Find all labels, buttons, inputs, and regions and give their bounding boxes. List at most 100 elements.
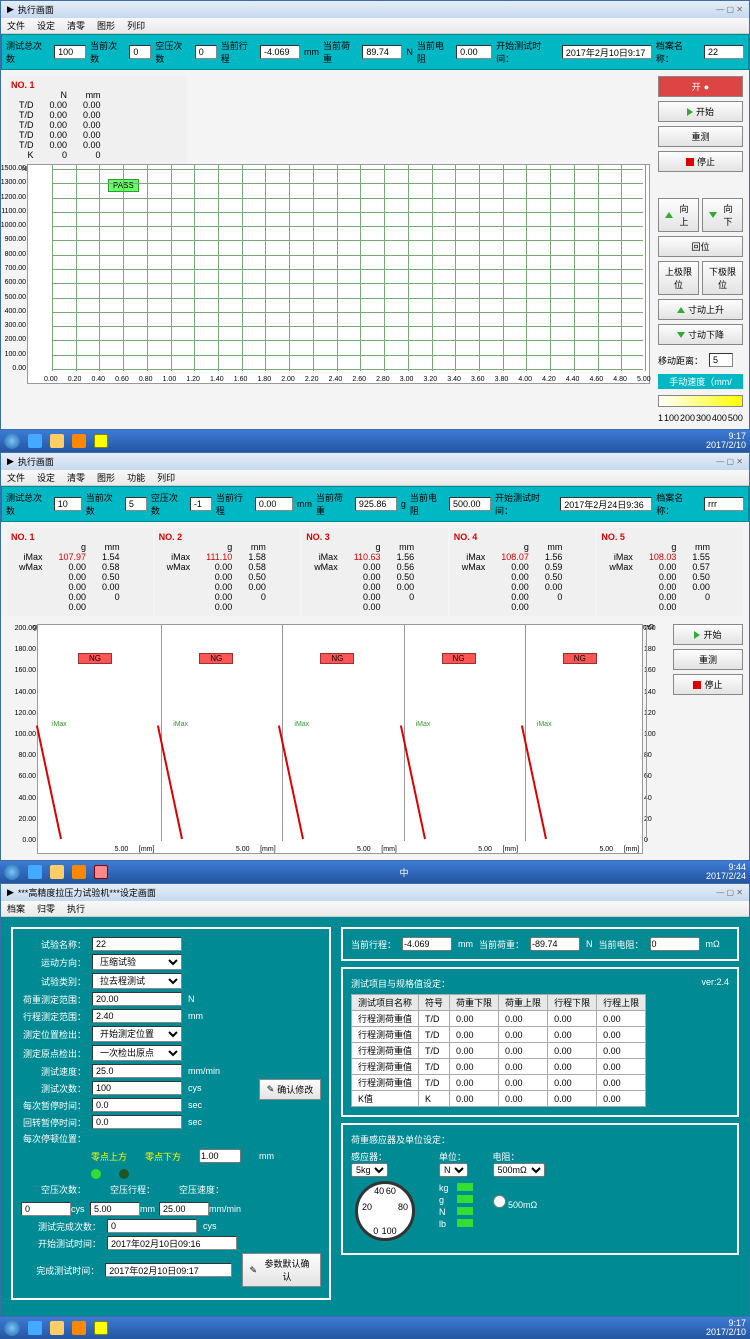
media-icon-2[interactable] <box>72 865 86 879</box>
clock-1[interactable]: 9:172017/2/10 <box>706 432 746 450</box>
w2-start[interactable] <box>560 497 652 511</box>
val-load[interactable] <box>362 45 402 59</box>
clock-2[interactable]: 9:442017/2/24 <box>706 863 746 881</box>
up-button[interactable]: 向上 <box>658 198 699 232</box>
stop-button[interactable]: 停止 <box>658 151 743 172</box>
pp-trv[interactable] <box>90 1202 140 1216</box>
window-controls[interactable]: — ▢ ✕ <box>716 5 743 14</box>
ime-2[interactable]: 中 <box>399 866 408 879</box>
rt-res[interactable] <box>650 937 700 951</box>
window-controls-3[interactable]: — ▢ ✕ <box>716 888 743 897</box>
rt-trv[interactable] <box>402 937 452 951</box>
w2-cur[interactable] <box>125 497 147 511</box>
movedist-input[interactable] <box>709 353 733 367</box>
sensor-select[interactable]: 5kg <box>351 1163 388 1177</box>
val-cur[interactable] <box>129 45 151 59</box>
res-radio[interactable] <box>493 1195 506 1208</box>
pp-cnt[interactable] <box>21 1202 71 1216</box>
confirm-button[interactable]: ✎ 确认修改 <box>259 1079 321 1100</box>
pp-spd[interactable] <box>159 1202 209 1216</box>
ie-icon-2[interactable] <box>28 865 42 879</box>
taskbar-1: 9:172017/2/10 <box>0 430 750 452</box>
w2-load[interactable] <box>355 497 397 511</box>
menu2-file[interactable]: 文件 <box>7 471 25 484</box>
ie-icon-3[interactable] <box>28 1321 42 1335</box>
done-cnt[interactable] <box>107 1219 197 1233</box>
explorer-icon-3[interactable] <box>50 1321 64 1335</box>
val-file[interactable] <box>704 45 744 59</box>
realtime-frame: 当前行程：mm 当前荷重：N 当前电阻：mΩ <box>341 927 739 961</box>
rt-load[interactable] <box>530 937 580 951</box>
jog-up-button[interactable]: 寸动上升 <box>658 299 743 320</box>
media-icon-3[interactable] <box>72 1321 86 1335</box>
start-button[interactable]: 开始 <box>658 101 743 122</box>
app-task-icon[interactable] <box>94 434 108 448</box>
version: ver:2.4 <box>701 977 729 994</box>
menu-print[interactable]: 列印 <box>127 19 145 32</box>
explorer-icon[interactable] <box>50 434 64 448</box>
val-trv[interactable] <box>260 45 300 59</box>
title-1: 执行画面 <box>18 3 54 16</box>
start-orb-3[interactable] <box>4 1320 20 1336</box>
lbl-total: 测试总次数 <box>6 39 50 65</box>
val-pp[interactable] <box>195 45 217 59</box>
menu3-1[interactable]: 归零 <box>37 902 55 915</box>
w2-trv[interactable] <box>255 497 293 511</box>
unit-select[interactable]: N <box>439 1163 468 1177</box>
start-time[interactable] <box>107 1236 237 1250</box>
home-button[interactable]: 回位 <box>658 236 743 257</box>
explorer-icon-2[interactable] <box>50 865 64 879</box>
w2-total[interactable] <box>54 497 82 511</box>
stop-icon-2 <box>693 681 701 689</box>
menu2-func[interactable]: 功能 <box>127 471 145 484</box>
menu-set[interactable]: 设定 <box>37 19 55 32</box>
lbl-trv: 当前行程 <box>221 39 256 65</box>
val-total[interactable] <box>54 45 86 59</box>
start-button-2[interactable]: 开始 <box>673 624 743 645</box>
menu2-print[interactable]: 列印 <box>157 471 175 484</box>
play-icon <box>687 108 693 116</box>
menu3-0[interactable]: 档案 <box>7 902 25 915</box>
start-orb[interactable] <box>4 433 20 449</box>
jog-dn-button[interactable]: 寸动下降 <box>658 324 743 345</box>
unit-led-lb <box>457 1219 473 1227</box>
lbl-start: 开始测试时间： <box>496 39 558 65</box>
res-select[interactable]: 500mΩ <box>493 1163 545 1177</box>
w2-pp[interactable] <box>190 497 212 511</box>
up-icon <box>665 212 673 218</box>
default-button[interactable]: ✎ 参数默认确认 <box>242 1253 321 1287</box>
end-time[interactable] <box>105 1263 232 1277</box>
menu-file[interactable]: 文件 <box>7 19 25 32</box>
zero-input[interactable] <box>199 1149 241 1163</box>
limit-dn-button[interactable]: 下极限位 <box>702 261 743 295</box>
window-controls-2[interactable]: — ▢ ✕ <box>716 457 743 466</box>
retest-button-2[interactable]: 重测 <box>673 649 743 670</box>
retest-button[interactable]: 重测 <box>658 126 743 147</box>
menu2-set[interactable]: 设定 <box>37 471 55 484</box>
speed-scale: 1100200300400500 <box>658 413 743 423</box>
media-icon[interactable] <box>72 434 86 448</box>
val-res[interactable] <box>456 45 492 59</box>
val-start[interactable] <box>562 45 652 59</box>
down-button[interactable]: 向下 <box>702 198 743 232</box>
menu-graph[interactable]: 图形 <box>97 19 115 32</box>
clock-3[interactable]: 9:172017/2/10 <box>706 1319 746 1337</box>
unit-led-g <box>457 1195 473 1203</box>
menu2-zero[interactable]: 清零 <box>67 471 85 484</box>
speed-slider[interactable] <box>658 395 743 407</box>
app-task-icon-3[interactable] <box>94 1321 108 1335</box>
menu3-2[interactable]: 执行 <box>67 902 85 915</box>
start-orb-2[interactable] <box>4 864 20 880</box>
window-3: ▶ ***高精度拉压力试验机***设定画面 — ▢ ✕ 档案 归零 执行 试验名… <box>0 883 750 1317</box>
record-button[interactable]: 开 ● <box>658 76 743 97</box>
limit-up-button[interactable]: 上极限位 <box>658 261 699 295</box>
app-task-icon-2[interactable] <box>94 865 108 879</box>
ie-icon[interactable] <box>28 434 42 448</box>
lbl-res: 当前电阻 <box>417 39 452 65</box>
w2-res[interactable] <box>449 497 491 511</box>
menu2-graph[interactable]: 图形 <box>97 471 115 484</box>
menu-zero[interactable]: 清零 <box>67 19 85 32</box>
w2-file[interactable] <box>704 497 744 511</box>
stop-button-2[interactable]: 停止 <box>673 674 743 695</box>
chart-2: 200.00200180.00180160.00160140.00140120.… <box>37 624 643 854</box>
